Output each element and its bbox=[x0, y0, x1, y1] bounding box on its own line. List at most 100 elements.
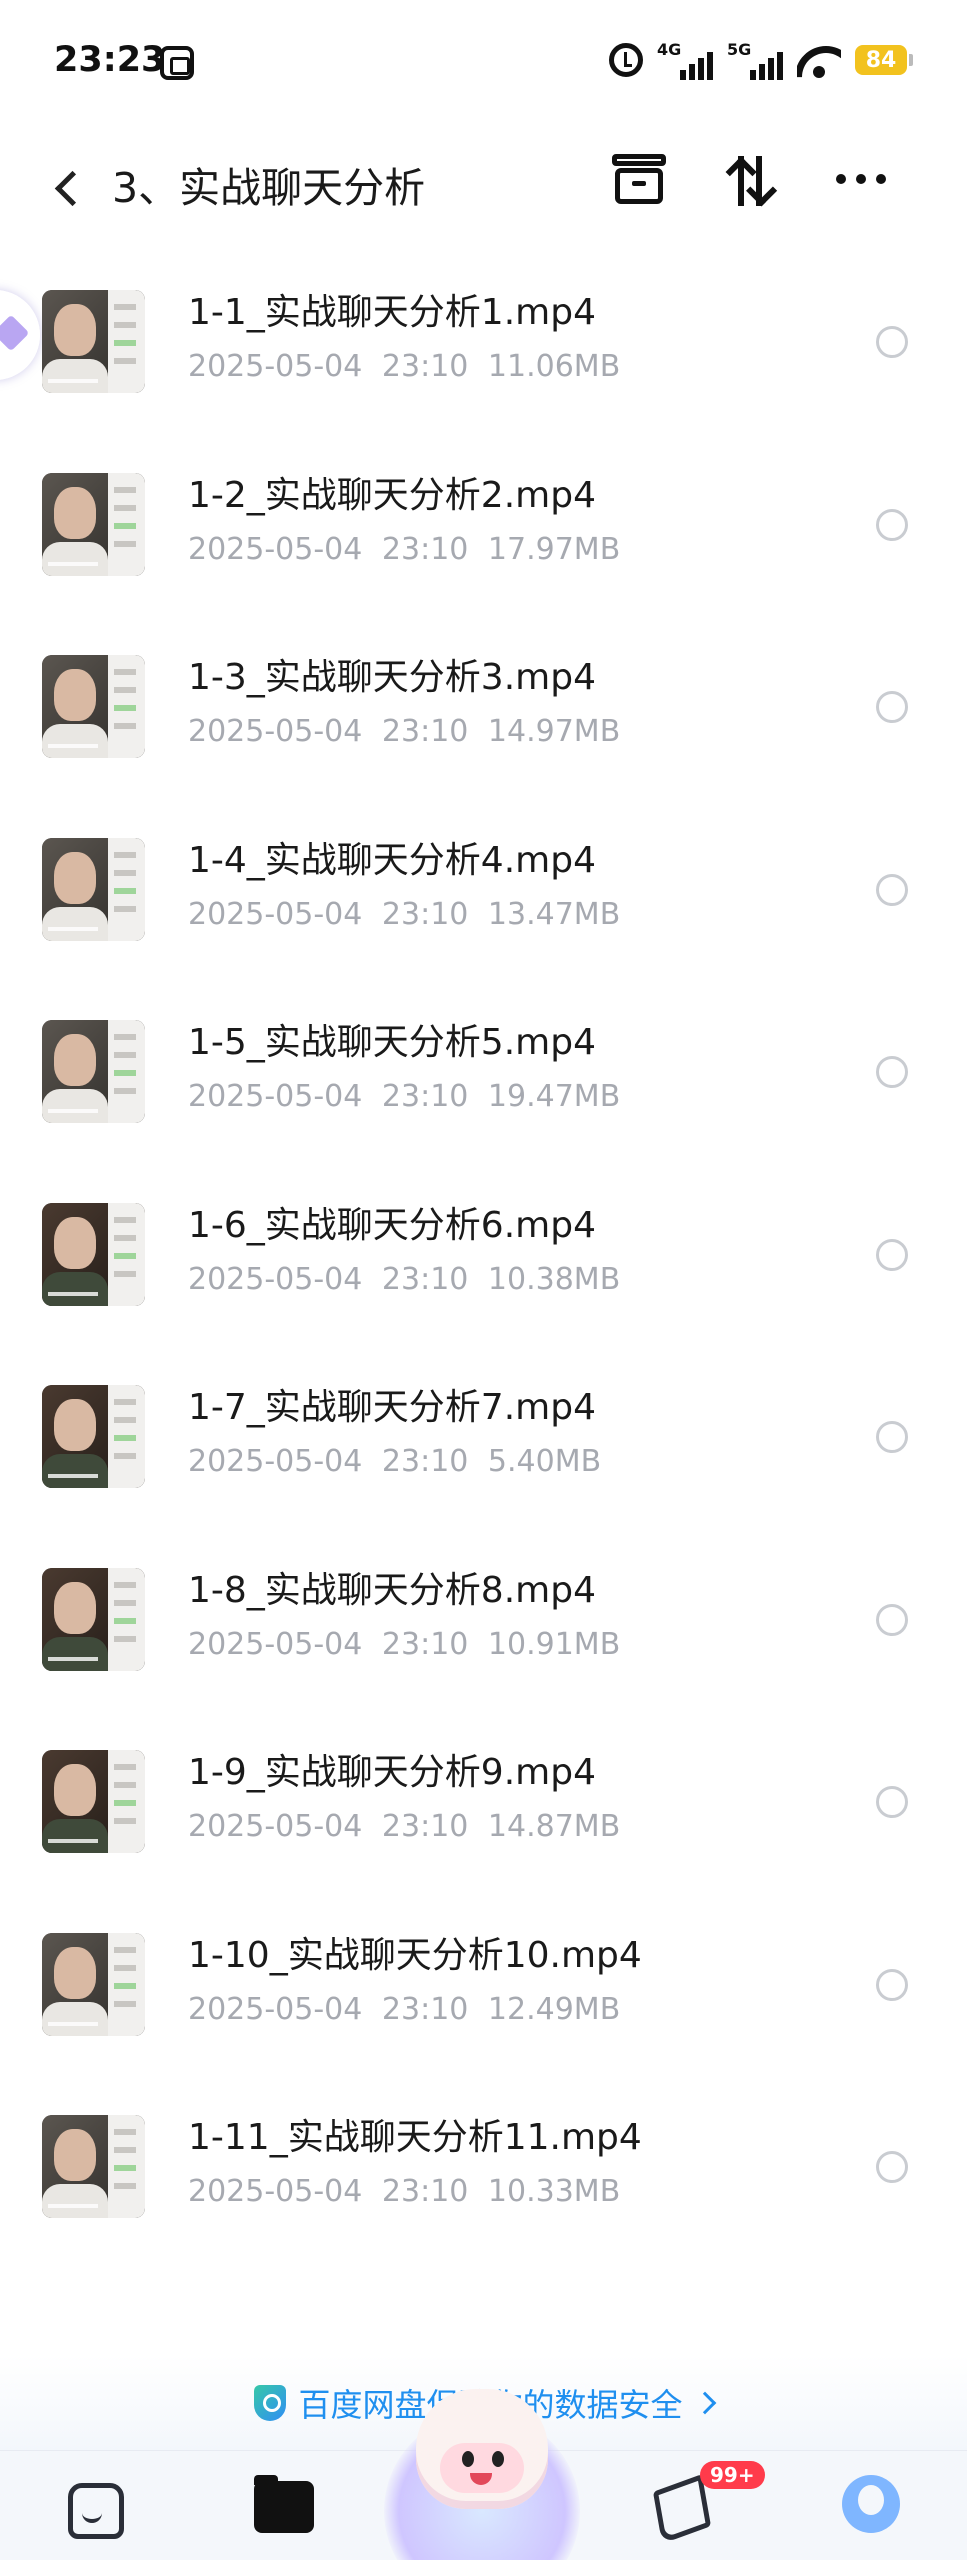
file-name: 1-7_实战聊天分析7.mp4 bbox=[188, 1387, 596, 1428]
select-checkbox[interactable] bbox=[876, 2151, 908, 2183]
file-date: 2025-05-04 bbox=[188, 531, 363, 567]
file-meta: 2025-05-04 23:10 14.97MB bbox=[188, 711, 620, 753]
page-title: 3、实战聊天分析 bbox=[112, 164, 426, 212]
file-meta: 2025-05-04 23:10 11.06MB bbox=[188, 346, 620, 388]
network-label-5g: 5G bbox=[727, 40, 752, 59]
file-item[interactable]: 1-2_实战聊天分析2.mp4 2025-05-04 23:10 17.97MB bbox=[0, 433, 967, 616]
video-thumbnail bbox=[42, 472, 145, 576]
file-meta: 2025-05-04 23:10 19.47MB bbox=[188, 1076, 620, 1118]
file-item[interactable]: 1-6_实战聊天分析6.mp4 2025-05-04 23:10 10.38MB bbox=[0, 1163, 967, 1346]
file-time: 23:10 bbox=[381, 531, 469, 567]
file-item[interactable]: 1-10_实战聊天分析10.mp4 2025-05-04 23:10 12.49… bbox=[0, 1893, 967, 2076]
status-icons: 4G 5G 84 bbox=[609, 40, 913, 80]
file-date: 2025-05-04 bbox=[188, 2174, 363, 2209]
files-folder-icon[interactable] bbox=[254, 2475, 314, 2533]
file-size: 19.47MB bbox=[487, 1079, 621, 1114]
archive-icon[interactable] bbox=[612, 154, 666, 206]
select-checkbox[interactable] bbox=[876, 1421, 908, 1453]
select-checkbox[interactable] bbox=[876, 1603, 908, 1636]
file-time: 23:10 bbox=[381, 349, 469, 384]
network-label-4g: 4G bbox=[657, 40, 682, 59]
file-time: 23:10 bbox=[381, 1444, 469, 1479]
file-size: 17.97MB bbox=[487, 531, 621, 567]
notification-badge: 99+ bbox=[700, 2461, 765, 2489]
file-item[interactable]: 1-5_实战聊天分析5.mp4 2025-05-04 23:10 19.47MB bbox=[0, 980, 967, 1163]
file-item[interactable]: 1-9_实战聊天分析9.mp4 2025-05-04 23:10 14.87MB bbox=[0, 1710, 967, 1893]
file-date: 2025-05-04 bbox=[188, 896, 363, 932]
assistant-mascot-icon[interactable] bbox=[384, 2389, 580, 2560]
file-item[interactable]: 1-8_实战聊天分析8.mp4 2025-05-04 23:10 10.91MB bbox=[0, 1528, 967, 1711]
battery-level: 84 bbox=[855, 45, 907, 75]
file-list: 1-1_实战聊天分析1.mp4 2025-05-04 23:10 11.06MB… bbox=[0, 250, 967, 2258]
select-checkbox[interactable] bbox=[876, 1056, 908, 1088]
file-meta: 2025-05-04 23:10 10.91MB bbox=[188, 1624, 620, 1666]
header-bar: 3、实战聊天分析 bbox=[0, 130, 967, 250]
file-meta: 2025-05-04 23:10 12.49MB bbox=[188, 1989, 620, 2031]
file-time: 23:10 bbox=[381, 2174, 469, 2209]
sort-icon[interactable] bbox=[728, 152, 776, 210]
shield-icon bbox=[254, 2384, 287, 2421]
video-thumbnail bbox=[42, 1385, 145, 1488]
file-meta: 2025-05-04 23:10 10.33MB bbox=[188, 2171, 620, 2213]
file-name: 1-9_实战聊天分析9.mp4 bbox=[188, 1752, 596, 1793]
video-thumbnail bbox=[42, 1202, 145, 1306]
file-meta: 2025-05-04 23:10 14.87MB bbox=[188, 1806, 620, 1848]
video-thumbnail bbox=[42, 655, 145, 758]
file-name: 1-4_实战聊天分析4.mp4 bbox=[188, 839, 596, 881]
select-checkbox[interactable] bbox=[876, 691, 908, 723]
video-thumbnail bbox=[42, 1567, 145, 1671]
select-checkbox[interactable] bbox=[876, 1786, 908, 1818]
chevron-right-icon bbox=[693, 2391, 716, 2414]
select-checkbox[interactable] bbox=[876, 1968, 908, 2001]
file-name: 1-8_实战聊天分析8.mp4 bbox=[188, 1569, 596, 1611]
file-size: 12.49MB bbox=[487, 1991, 621, 2027]
select-checkbox[interactable] bbox=[876, 508, 908, 541]
file-size: 5.40MB bbox=[487, 1444, 602, 1479]
select-checkbox[interactable] bbox=[876, 873, 908, 906]
more-options-icon[interactable] bbox=[836, 174, 886, 184]
file-date: 2025-05-04 bbox=[188, 1444, 363, 1479]
profile-avatar-icon[interactable] bbox=[842, 2475, 900, 2533]
video-thumbnail bbox=[42, 2115, 145, 2218]
select-checkbox[interactable] bbox=[876, 1238, 908, 1271]
screen-record-icon bbox=[160, 46, 194, 80]
bottom-nav: 99+ bbox=[0, 2389, 967, 2560]
file-meta: 2025-05-04 23:10 13.47MB bbox=[188, 894, 620, 936]
file-name: 1-11_实战聊天分析11.mp4 bbox=[188, 2117, 642, 2158]
alarm-icon bbox=[609, 43, 643, 77]
file-date: 2025-05-04 bbox=[188, 1261, 363, 1297]
file-size: 14.97MB bbox=[487, 714, 621, 749]
file-size: 13.47MB bbox=[487, 896, 621, 932]
file-item[interactable]: 1-11_实战聊天分析11.mp4 2025-05-04 23:10 10.33… bbox=[0, 2075, 967, 2258]
cellular-signal-5g-icon: 5G bbox=[727, 40, 783, 80]
file-date: 2025-05-04 bbox=[188, 714, 363, 749]
file-time: 23:10 bbox=[381, 1809, 469, 1844]
select-checkbox[interactable] bbox=[876, 326, 908, 358]
file-meta: 2025-05-04 23:10 10.38MB bbox=[188, 1259, 620, 1301]
file-size: 14.87MB bbox=[487, 1809, 621, 1844]
file-item[interactable]: 1-3_实战聊天分析3.mp4 2025-05-04 23:10 14.97MB bbox=[0, 615, 967, 798]
file-time: 23:10 bbox=[381, 1626, 469, 1662]
wifi-icon bbox=[797, 42, 841, 78]
battery-icon: 84 bbox=[855, 45, 913, 75]
file-item[interactable]: 1-1_实战聊天分析1.mp4 2025-05-04 23:10 11.06MB bbox=[0, 250, 967, 433]
status-time: 23:23 bbox=[54, 40, 166, 80]
file-size: 10.33MB bbox=[487, 2174, 621, 2209]
file-time: 23:10 bbox=[381, 1991, 469, 2027]
home-icon[interactable] bbox=[62, 2473, 124, 2539]
file-time: 23:10 bbox=[381, 1261, 469, 1297]
back-icon[interactable] bbox=[50, 166, 90, 210]
file-time: 23:10 bbox=[381, 1079, 469, 1114]
file-size: 10.38MB bbox=[487, 1261, 621, 1297]
file-item[interactable]: 1-7_实战聊天分析7.mp4 2025-05-04 23:10 5.40MB bbox=[0, 1345, 967, 1528]
file-item[interactable]: 1-4_实战聊天分析4.mp4 2025-05-04 23:10 13.47MB bbox=[0, 798, 967, 981]
file-meta: 2025-05-04 23:10 17.97MB bbox=[188, 529, 620, 571]
video-thumbnail bbox=[42, 1932, 145, 2036]
file-name: 1-3_实战聊天分析3.mp4 bbox=[188, 657, 596, 698]
video-thumbnail bbox=[42, 837, 145, 941]
file-name: 1-2_实战聊天分析2.mp4 bbox=[188, 474, 596, 516]
file-date: 2025-05-04 bbox=[188, 1809, 363, 1844]
file-size: 11.06MB bbox=[487, 349, 621, 384]
share-send-icon[interactable] bbox=[650, 2479, 710, 2533]
file-date: 2025-05-04 bbox=[188, 1079, 363, 1114]
